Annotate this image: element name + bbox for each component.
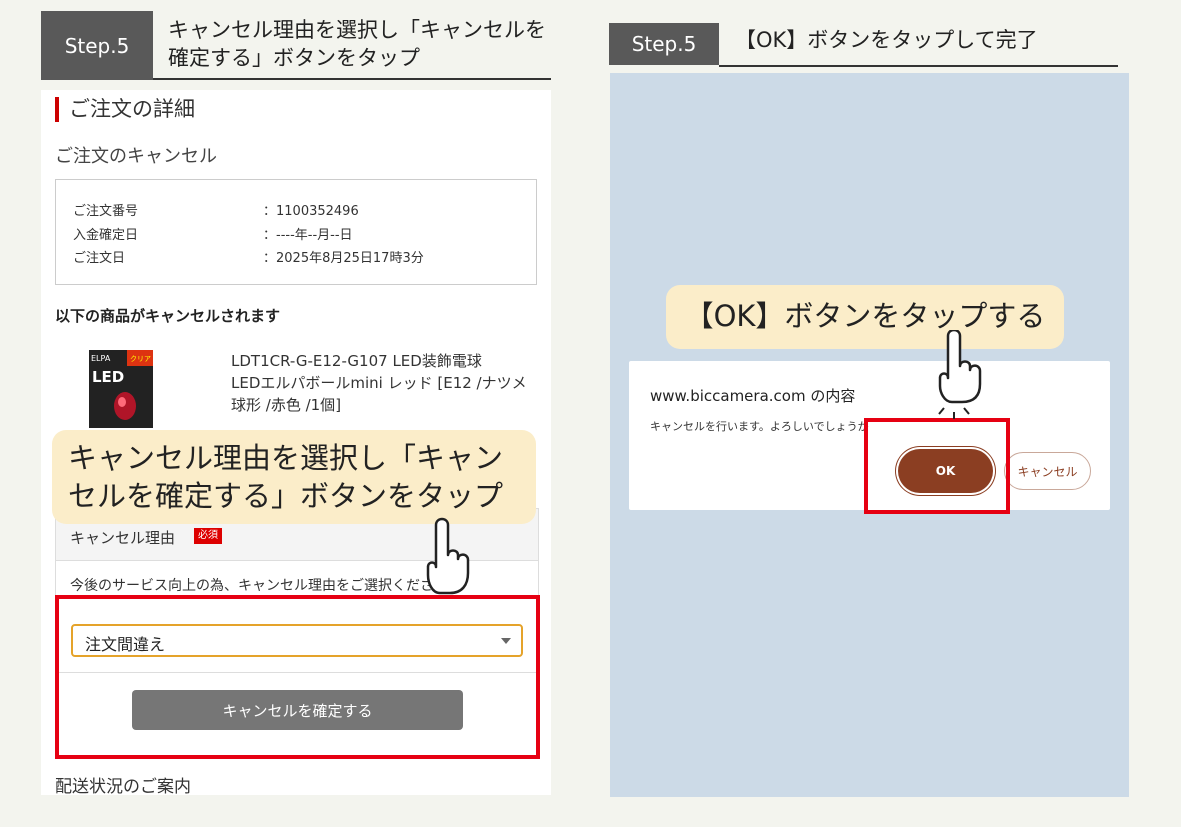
page-title: ご注文の詳細	[69, 97, 195, 121]
shipping-status-link[interactable]: 配送状況のご案内	[55, 772, 191, 795]
required-badge: 必須	[194, 528, 222, 544]
reason-title: キャンセル理由	[70, 529, 176, 547]
product-led-text: LED	[92, 368, 124, 386]
instruction-callout-right: 【OK】ボタンをタップする	[666, 285, 1064, 349]
product-image: ELPA クリア LED	[81, 348, 169, 430]
step-badge-right: Step.5	[609, 23, 719, 65]
title-accent-bar	[55, 97, 59, 122]
payment-date-label: 入金確定日	[73, 228, 139, 243]
step-title-right: 【OK】ボタンをタップして完了	[735, 28, 1038, 52]
order-date-value: ：2025年8月25日17時3分	[263, 251, 424, 266]
dialog-title: www.biccamera.com の内容	[650, 387, 856, 405]
order-number-value: ：1100352496	[263, 204, 359, 219]
step-underline-left	[153, 78, 551, 80]
product-tag-text: クリア	[130, 355, 151, 363]
product-name: LDT1CR-G-E12-G107 LED装飾電球 LEDエルパボールmini …	[231, 352, 527, 414]
callout-text-left: キャンセル理由を選択し「キャンセルを確定する」ボタンをタップ	[68, 441, 504, 513]
payment-date-value: ：----年--月--日	[263, 228, 353, 243]
highlight-box-left	[55, 595, 540, 759]
highlight-box-right	[864, 418, 1010, 514]
tap-hand-icon	[938, 330, 982, 419]
order-info-box: ご注文番号 ：1100352496 入金確定日 ：----年--月--日 ご注文…	[55, 179, 537, 285]
tap-hand-icon	[426, 517, 470, 595]
order-number-label: ご注文番号	[73, 204, 139, 219]
step-title-left: キャンセル理由を選択し「キャンセルを 確定する」ボタンをタップ	[168, 18, 546, 70]
step-badge-left: Step.5	[41, 11, 153, 80]
step-underline-right	[719, 65, 1118, 67]
cancel-subheading: ご注文のキャンセル	[55, 146, 217, 167]
cancel-items-heading: 以下の商品がキャンセルされます	[55, 307, 281, 325]
callout-text-right: 【OK】ボタンをタップする	[684, 299, 1046, 333]
order-date-label: ご注文日	[73, 251, 126, 266]
instruction-callout-left: キャンセル理由を選択し「キャンセルを確定する」ボタンをタップ	[52, 430, 536, 524]
dialog-message: キャンセルを行います。よろしいでしょうか	[650, 420, 869, 433]
dialog-cancel-button[interactable]: キャンセル	[1004, 452, 1091, 490]
product-brand-text: ELPA	[91, 354, 111, 363]
